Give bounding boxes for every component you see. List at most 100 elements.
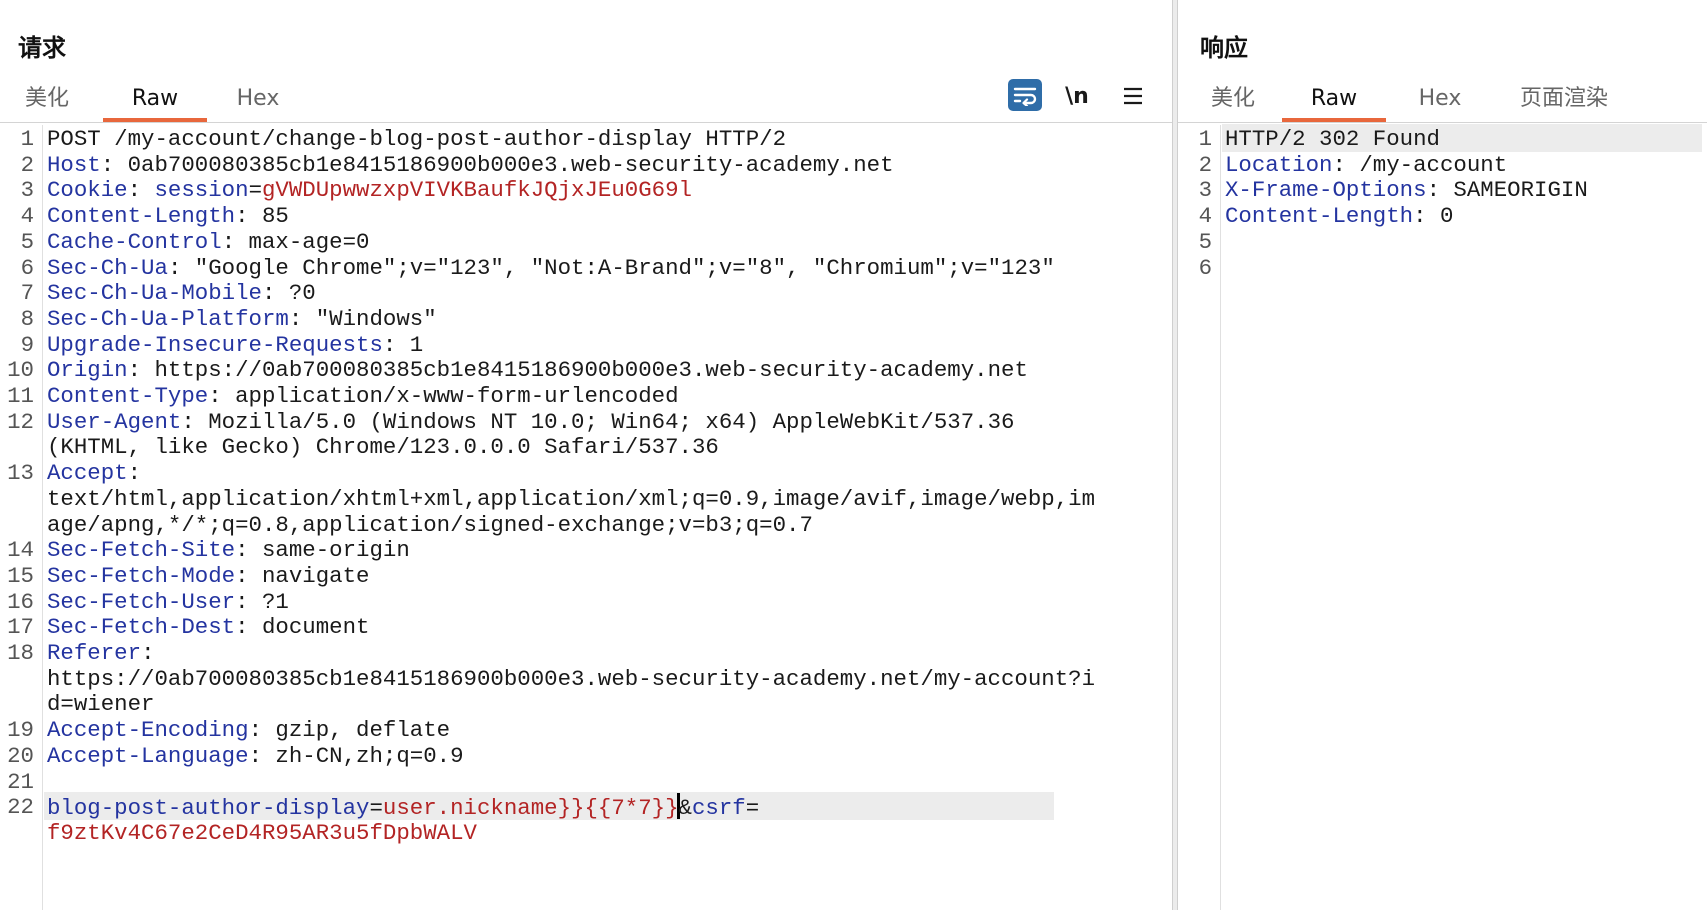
response-title: 响应 — [1200, 34, 1248, 62]
header-name: Sec-Ch-Ua — [47, 255, 168, 281]
line-text: Sec-Ch-Ua-Platform: "Windows" — [47, 305, 437, 333]
header-name: csrf — [691, 795, 746, 821]
code-line: (KHTML, like Gecko) Chrome/123.0.0.0 Saf… — [0, 433, 1172, 461]
active-tab-underline — [103, 118, 207, 122]
response-pane: 响应 美化 Raw Hex 页面渲染 1 HTTP/2 302 Found 2 Loc… — [1178, 0, 1707, 910]
plain-text: & — [678, 795, 692, 821]
header-name: Content-Length — [47, 203, 236, 229]
header-name: Sec-Ch-Ua-Mobile — [47, 280, 262, 306]
line-text: Cookie: session=gVWDUpwwzxpVIVKBaufkJQjx… — [47, 176, 692, 204]
line-text: Sec-Fetch-Dest: document — [47, 613, 370, 641]
plain-text: : "Windows" — [288, 306, 437, 332]
code-line: 6 Sec-Ch-Ua: "Google Chrome";v="123", "No… — [0, 254, 1172, 282]
line-text: Upgrade-Insecure-Requests: 1 — [47, 331, 423, 359]
header-name: Content-Length — [1225, 203, 1414, 229]
plain-text: POST /my-account/change-blog-post-author… — [47, 126, 787, 152]
header-name: Accept-Language — [47, 743, 249, 769]
header-name: Location — [1225, 152, 1333, 178]
options-menu-button[interactable] — [1116, 80, 1150, 112]
header-name: Host — [47, 152, 101, 178]
line-text: blog-post-author-display=user.nickname}}… — [47, 793, 759, 822]
line-text: age/apng,*/*;q=0.8,application/signed-ex… — [47, 511, 813, 539]
header-name: User-Agent — [47, 409, 182, 435]
plain-text: d=wiener — [47, 691, 155, 717]
line-number: 12 — [7, 409, 34, 435]
line-number: 10 — [7, 357, 34, 383]
line-text: Host: 0ab700080385cb1e8415186900b000e3.w… — [47, 151, 894, 179]
line-text: d=wiener — [47, 690, 155, 718]
code-line: age/apng,*/*;q=0.8,application/signed-ex… — [0, 511, 1172, 539]
code-line: 10 Origin: https://0ab700080385cb1e841518… — [0, 356, 1172, 384]
wrap-lines-button[interactable] — [1008, 79, 1042, 111]
line-number: 13 — [7, 460, 34, 486]
tab-raw-label: Raw — [131, 86, 179, 111]
line-text: POST /my-account/change-blog-post-author… — [47, 125, 786, 153]
line-number: 19 — [7, 717, 34, 743]
plain-text: HTTP/2 302 Found — [1225, 126, 1440, 152]
param-value: f9ztKv4C67e2CeD4R95AR3u5fDpbWALV — [47, 820, 477, 846]
plain-text: : application/x-www-form-urlencoded — [208, 383, 679, 409]
line-text: Cache-Control: max-age=0 — [47, 228, 370, 256]
repeater-window: 请求 美化 Raw Hex \n 1 POST /my-account/chan… — [0, 0, 1707, 910]
tab-pretty[interactable]: 美化 — [1208, 80, 1258, 118]
line-number: 20 — [7, 743, 34, 769]
plain-text: (KHTML, like Gecko) Chrome/123.0.0.0 Saf… — [47, 434, 719, 460]
line-number: 2 — [20, 152, 34, 178]
code-line: 14 Sec-Fetch-Site: same-origin — [0, 536, 1172, 564]
request-pane: 请求 美化 Raw Hex \n 1 POST /my-account/chan… — [0, 0, 1172, 910]
tab-pretty[interactable]: 美化 — [22, 80, 72, 118]
line-text: Accept-Language: zh-CN,zh;q=0.9 — [47, 742, 464, 770]
tab-hex[interactable]: Hex — [232, 80, 284, 118]
code-line: 1 HTTP/2 302 Found — [1178, 125, 1707, 153]
line-number: 16 — [7, 589, 34, 615]
code-line: text/html,application/xhtml+xml,applicat… — [0, 485, 1172, 513]
line-number: 14 — [7, 537, 34, 563]
response-editor[interactable]: 1 HTTP/2 302 Found 2 Location: /my-account 3… — [1178, 124, 1707, 910]
header-name: Sec-Fetch-Dest — [47, 614, 236, 640]
plain-text: : https://0ab700080385cb1e8415186900b000… — [127, 357, 1028, 383]
show-newlines-button[interactable]: \n — [1060, 80, 1094, 112]
plain-text: : 1 — [382, 332, 424, 358]
code-line: 12 User-Agent: Mozilla/5.0 (Windows NT 10… — [0, 408, 1172, 436]
line-text: f9ztKv4C67e2CeD4R95AR3u5fDpbWALV — [47, 819, 477, 847]
header-name: session — [154, 177, 249, 203]
line-number: 11 — [7, 383, 34, 409]
line-text: Origin: https://0ab700080385cb1e84151869… — [47, 356, 1028, 384]
request-editor[interactable]: 1 POST /my-account/change-blog-post-autho… — [0, 125, 1172, 910]
line-text: https://0ab700080385cb1e8415186900b000e3… — [47, 665, 1095, 693]
header-name: Origin — [47, 357, 128, 383]
code-line: 13 Accept: — [0, 459, 1172, 487]
tab-raw[interactable]: Raw — [1282, 80, 1386, 122]
code-line: 4 Content-Length: 0 — [1178, 202, 1707, 230]
header-name: blog-post-author-display — [47, 795, 370, 821]
wrap-lines-icon — [1013, 87, 1037, 106]
code-line: 2 Host: 0ab700080385cb1e8415186900b000e3.… — [0, 151, 1172, 179]
plain-text: : same-origin — [235, 537, 410, 563]
line-text: Content-Length: 0 — [1225, 202, 1453, 230]
line-text: Sec-Fetch-Mode: navigate — [47, 562, 370, 590]
plain-text: : document — [235, 614, 370, 640]
request-title: 请求 — [18, 34, 66, 62]
line-number: 18 — [7, 640, 34, 666]
tab-hex[interactable]: Hex — [1414, 80, 1466, 118]
plain-text: : ?1 — [235, 589, 289, 615]
line-text: HTTP/2 302 Found — [1225, 125, 1440, 153]
plain-text: : — [127, 460, 142, 486]
line-number: 21 — [7, 769, 34, 795]
tab-raw-label: Raw — [1310, 86, 1358, 111]
tab-render[interactable]: 页面渲染 — [1514, 80, 1614, 118]
plain-text: https://0ab700080385cb1e8415186900b000e3… — [47, 666, 1096, 692]
code-line: 17 Sec-Fetch-Dest: document — [0, 613, 1172, 641]
header-name: Referer — [47, 640, 142, 666]
line-text: text/html,application/xhtml+xml,applicat… — [47, 485, 1095, 513]
tab-raw[interactable]: Raw — [103, 80, 207, 122]
code-line: 1 POST /my-account/change-blog-post-autho… — [0, 125, 1172, 153]
header-name: X-Frame-Options — [1225, 177, 1427, 203]
line-number: 22 — [7, 794, 34, 820]
header-name: Upgrade-Insecure-Requests — [47, 332, 383, 358]
line-text: (KHTML, like Gecko) Chrome/123.0.0.0 Saf… — [47, 433, 719, 461]
line-text: Sec-Fetch-User: ?1 — [47, 588, 289, 616]
line-number: 8 — [20, 306, 34, 332]
plain-text: : Mozilla/5.0 (Windows NT 10.0; Win64; x… — [181, 409, 1015, 435]
header-name: Cache-Control — [47, 229, 222, 255]
